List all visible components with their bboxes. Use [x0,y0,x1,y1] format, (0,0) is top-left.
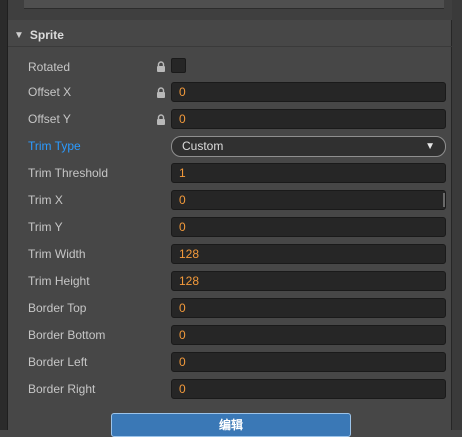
field-label: Trim X [28,193,63,207]
row-border-bottom: Border Bottom 0 [0,325,462,347]
field-label: Trim Threshold [28,166,109,180]
previous-section-field [24,0,444,9]
lock-icon [157,114,165,125]
row-rotated: Rotated [0,56,462,78]
lock-icon [157,87,165,98]
trim-type-select[interactable]: Custom ▼ [171,136,446,157]
field-scroll-indicator [443,193,445,207]
chevron-down-icon: ▼ [14,29,24,41]
border-right-input[interactable]: 0 [171,379,446,399]
rotated-checkbox[interactable] [171,58,186,73]
field-label: Trim Width [28,247,86,261]
row-offset-y: Offset Y 0 [0,109,462,131]
row-border-left: Border Left 0 [0,352,462,374]
edit-button[interactable]: 编辑 [111,413,351,437]
field-label: Border Left [28,355,88,369]
triangle-down-icon: ▼ [425,141,435,152]
trim-y-input[interactable]: 0 [171,217,446,237]
field-label: Offset Y [28,112,71,126]
section-header-sprite[interactable]: ▼ Sprite [14,27,64,43]
row-trim-width: Trim Width 128 [0,244,462,266]
field-label: Trim Y [28,220,63,234]
row-trim-type: Trim Type Custom ▼ [0,136,462,158]
trim-width-input[interactable]: 128 [171,244,446,264]
offset-x-input[interactable]: 0 [171,82,446,102]
section-title: Sprite [29,28,64,42]
select-value: Custom [182,139,224,153]
trim-x-input[interactable]: 0 [171,190,446,210]
row-trim-y: Trim Y 0 [0,217,462,239]
field-label: Trim Type [28,139,81,153]
field-label: Offset X [28,85,72,99]
field-label: Border Top [28,301,87,315]
field-label: Border Right [28,382,96,396]
previous-section-panel [8,0,452,20]
trim-height-input[interactable]: 128 [171,271,446,291]
row-trim-threshold: Trim Threshold 1 [0,163,462,185]
section-divider [8,46,452,47]
lock-icon [157,61,165,72]
border-bottom-input[interactable]: 0 [171,325,446,345]
trim-threshold-input[interactable]: 1 [171,163,446,183]
row-border-right: Border Right 0 [0,379,462,401]
row-trim-height: Trim Height 128 [0,271,462,293]
field-label: Rotated [28,60,71,74]
offset-y-input[interactable]: 0 [171,109,446,129]
border-top-input[interactable]: 0 [171,298,446,318]
row-border-top: Border Top 0 [0,298,462,320]
field-label: Trim Height [28,274,90,288]
field-label: Border Bottom [28,328,106,342]
row-offset-x: Offset X 0 [0,82,462,104]
row-trim-x: Trim X 0 [0,190,462,212]
border-left-input[interactable]: 0 [171,352,446,372]
